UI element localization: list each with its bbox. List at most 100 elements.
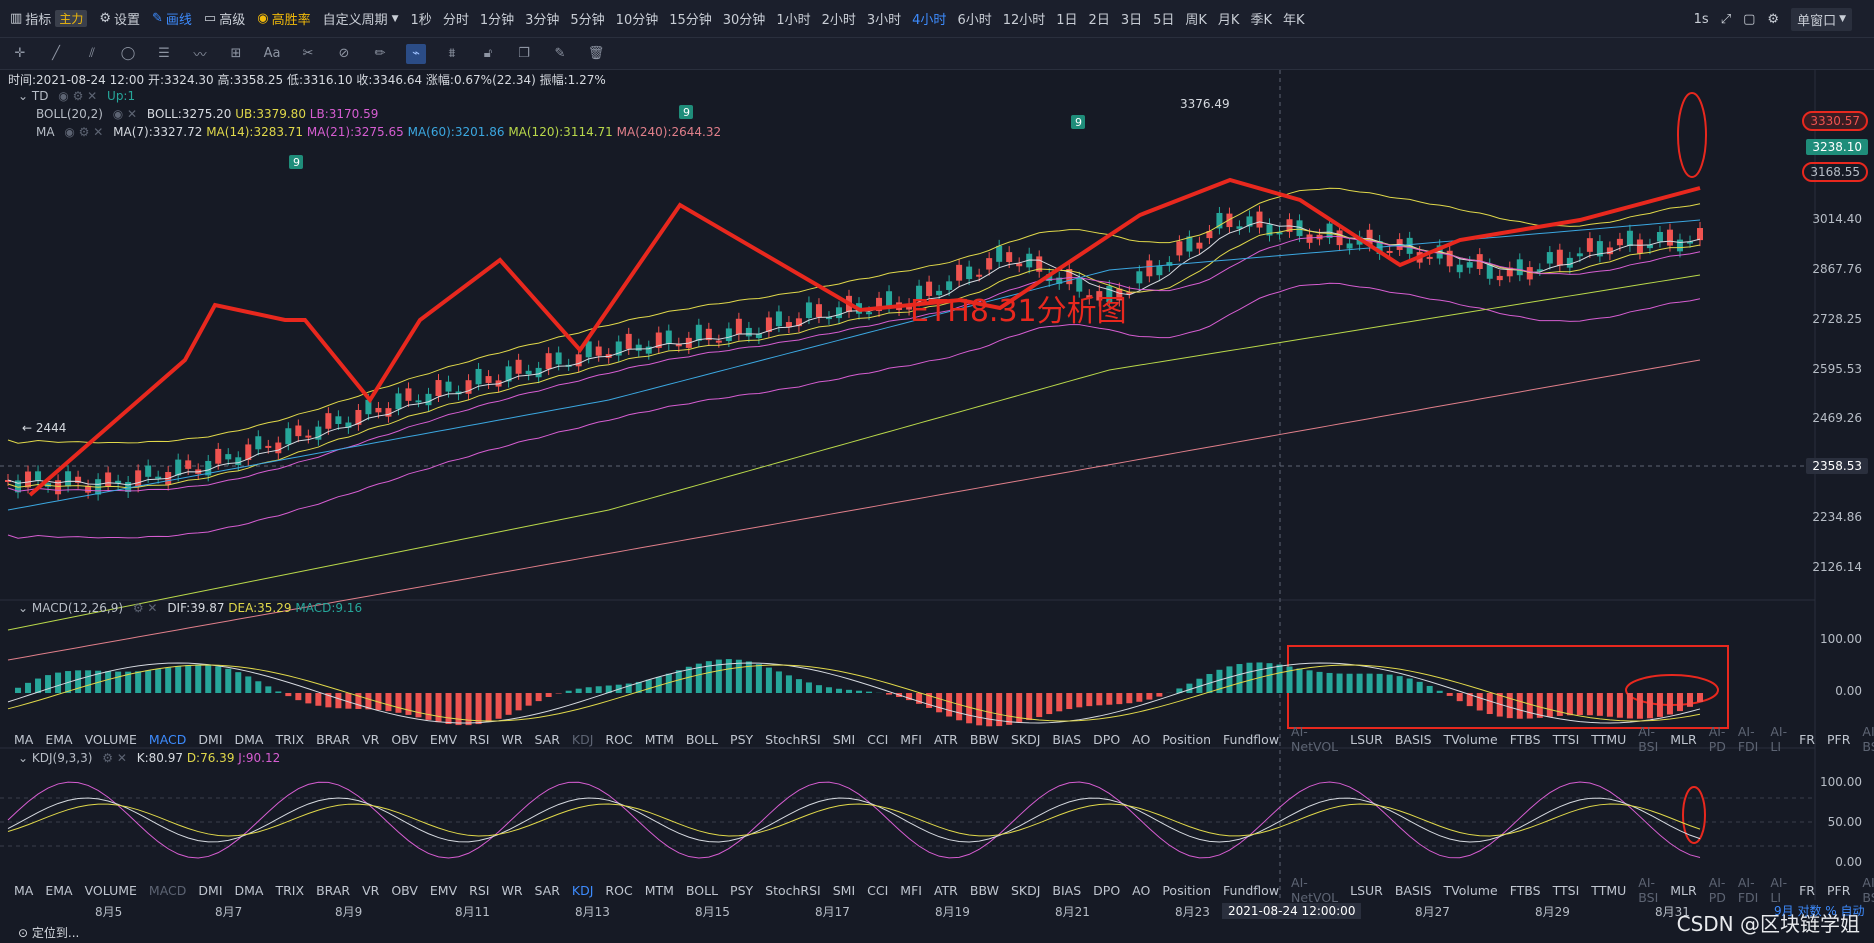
period-8[interactable]: 1小时 [776,9,810,28]
indicator-tab[interactable]: FR [1799,883,1815,898]
indicator-tab[interactable]: StochRSI [765,883,821,898]
indicator-tab[interactable]: LSUR [1350,883,1383,898]
period-12[interactable]: 6小时 [957,9,991,28]
indicator-tab[interactable]: BRAR [316,732,350,747]
period-11[interactable]: 4小时 [912,9,946,28]
indicator-tab[interactable]: BOLL [686,732,718,747]
indicator-tab[interactable]: AI-LI [1770,875,1787,905]
fullscreen-icon[interactable]: ⤢ [1721,12,1731,27]
custom-period-dropdown[interactable]: 自定义周期 ▼ [323,9,399,28]
period-4[interactable]: 5分钟 [570,9,604,28]
channel-icon[interactable]: ⫽ [82,44,102,64]
indicator-tab[interactable]: BIAS [1052,883,1081,898]
indicator-tab[interactable]: DMI [198,732,222,747]
pattern-icon[interactable]: ⩩ [442,44,462,64]
pencil-icon[interactable]: ✏ [370,44,390,64]
indicator-tab[interactable]: TVolume [1444,732,1498,747]
indicator-tab[interactable]: EMV [430,732,457,747]
indicator-tab[interactable]: SMI [833,732,855,747]
indicator-tab[interactable]: ROC [605,883,632,898]
indicator-tab[interactable]: CCI [867,883,888,898]
indicator-tab[interactable]: CCI [867,732,888,747]
wave-icon[interactable]: 〰 [190,44,210,64]
indicator-tab[interactable]: EMA [45,883,72,898]
indicator-tab[interactable]: VOLUME [85,732,137,747]
indicator-tab[interactable]: PSY [730,732,753,747]
indicator-tab[interactable]: VOLUME [85,883,137,898]
indicator-tab[interactable]: AI-FDI [1738,724,1759,754]
draw-button[interactable]: ✎ 画线 [152,9,192,28]
indicator-tab[interactable]: DPO [1093,732,1120,747]
indicator-tab[interactable]: DMI [198,883,222,898]
indicator-tab[interactable]: BRAR [316,883,350,898]
indicator-tab[interactable]: MFI [900,883,922,898]
indicator-tab[interactable]: DPO [1093,883,1120,898]
crosshair-icon[interactable]: ✛ [10,44,30,64]
eye-icon[interactable]: ◉ ⚙ ✕ [58,89,97,103]
indicator-tab[interactable]: MLR [1670,732,1696,747]
indicator-tab[interactable]: AO [1132,883,1150,898]
period-7[interactable]: 30分钟 [723,9,766,28]
indicator-tab[interactable]: WR [501,883,522,898]
period-10[interactable]: 3小时 [867,9,901,28]
boll-controls-icon[interactable]: ◉ ✕ [113,107,137,121]
indicator-tab[interactable]: AI-BSI [1638,724,1658,754]
indicator-tab[interactable]: ROC [605,732,632,747]
macd-controls-icon[interactable]: ⚙ ✕ [133,601,158,615]
ellipse-icon[interactable]: ◯ [118,44,138,64]
fib-icon[interactable]: ☰ [154,44,174,64]
collapse-icon[interactable]: ⌄ [18,751,32,765]
indicator-tab[interactable]: OBV [391,883,418,898]
indicator-tab[interactable]: TTMU [1591,732,1626,747]
period-16[interactable]: 3日 [1121,9,1142,28]
indicator-tab[interactable]: AI-LI [1770,724,1787,754]
indicator-tab[interactable]: SAR [535,732,560,747]
indicator-tab[interactable]: BOLL [686,883,718,898]
indicator-tab[interactable]: MACD [149,883,186,898]
period-20[interactable]: 季K [1250,9,1272,28]
indicator-tab[interactable]: EMV [430,883,457,898]
indicator-tab[interactable]: SAR [535,883,560,898]
indicator-tab[interactable]: FTBS [1510,883,1541,898]
indicator-tab[interactable]: ATR [934,883,958,898]
indicator-tab[interactable]: Position [1162,732,1211,747]
indicator-tab[interactable]: AI-PD [1709,724,1726,754]
collapse-icon[interactable]: ⌄ [18,601,32,615]
indicator-tab[interactable]: AI-PD [1709,875,1726,905]
indicator-tab[interactable]: AI-BST [1862,875,1874,905]
indicator-tab[interactable]: MTM [645,883,674,898]
indicator-tab[interactable]: TRIX [275,883,304,898]
indicator-tab[interactable]: OBV [391,732,418,747]
eraser-icon[interactable]: ⊘ [334,44,354,64]
indicator-tab[interactable]: MA [14,883,33,898]
text-tool-icon[interactable]: Aa [262,44,282,64]
trash-icon[interactable]: 🗑︎ [586,44,606,64]
period-9[interactable]: 2小时 [822,9,856,28]
indicator-tab[interactable]: TRIX [275,732,304,747]
indicator-tab[interactable]: PFR [1827,883,1850,898]
indicator-tab[interactable]: MLR [1670,883,1696,898]
brush-icon[interactable]: ✂ [298,44,318,64]
indicator-tab[interactable]: AI-FDI [1738,875,1759,905]
indicator-tab[interactable]: FTBS [1510,732,1541,747]
indicator-tab[interactable]: BBW [970,732,999,747]
indicator-tab[interactable]: TTSI [1553,732,1580,747]
period-6[interactable]: 15分钟 [669,9,712,28]
period-3[interactable]: 3分钟 [525,9,559,28]
indicator-tab[interactable]: SKDJ [1011,883,1040,898]
indicator-tab[interactable]: AI-BSI [1638,875,1658,905]
ma-controls-icon[interactable]: ◉ ⚙ ✕ [64,125,103,139]
indicator-tab[interactable]: BASIS [1395,883,1432,898]
indicator-tab[interactable]: Position [1162,883,1211,898]
indicator-button[interactable]: ▥ 指标 主力 [10,9,88,28]
indicator-tab[interactable]: EMA [45,732,72,747]
indicator-tab[interactable]: RSI [469,883,489,898]
collapse-icon[interactable]: ⌄ [18,89,32,103]
indicator-tab[interactable]: MACD [149,732,186,747]
indicator-tab[interactable]: StochRSI [765,732,821,747]
indicator-tab[interactable]: VR [362,883,379,898]
window-mode-dropdown[interactable]: 单窗口 ▼ [1791,7,1852,31]
indicator-tab[interactable]: MFI [900,732,922,747]
indicator-tab[interactable]: PFR [1827,732,1850,747]
indicator-tab[interactable]: TTSI [1553,883,1580,898]
